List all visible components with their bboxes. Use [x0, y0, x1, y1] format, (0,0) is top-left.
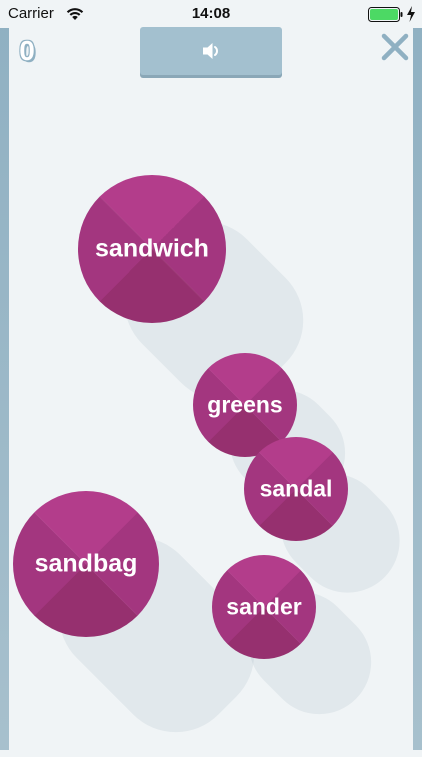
bubble-word-label: sandal [259, 475, 333, 502]
play-sound-button[interactable] [140, 27, 282, 75]
word-bubble-sandal[interactable]: sandal [244, 437, 348, 541]
clock: 14:08 [191, 5, 231, 22]
bubble-word-label: greens [207, 391, 283, 418]
speaker-icon [203, 43, 218, 59]
status-bar: Carrier 14:08 [0, 0, 422, 28]
word-bubble-sandwich[interactable]: sandwich [78, 175, 226, 323]
battery-full-icon [368, 7, 403, 22]
charging-bolt-icon [407, 6, 415, 22]
word-bubble-sandbag[interactable]: sandbag [13, 491, 159, 637]
close-icon[interactable] [381, 33, 409, 61]
word-bubble-sander[interactable]: sander [212, 555, 316, 659]
frame-right-edge [413, 0, 422, 750]
bubble-word-label: sandwich [95, 234, 209, 263]
frame-left-edge [0, 0, 9, 750]
score-counter: 0 [19, 35, 35, 66]
bubble-word-label: sandbag [34, 549, 138, 578]
bubble-word-label: sander [226, 593, 302, 620]
